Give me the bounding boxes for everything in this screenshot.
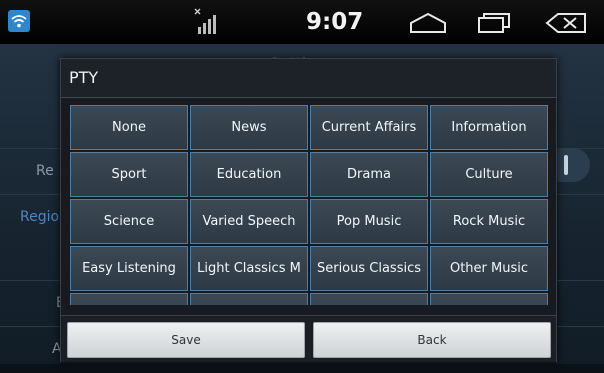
pty-option[interactable]: Science bbox=[70, 199, 188, 244]
dialog-header: PTY bbox=[61, 59, 556, 98]
pty-option[interactable]: News bbox=[190, 105, 308, 150]
pty-dialog: PTY None News Current Affairs Informatio… bbox=[60, 58, 557, 362]
status-time: 9:07 bbox=[306, 9, 364, 35]
pty-option[interactable]: Easy Listening bbox=[70, 246, 188, 291]
pty-option[interactable]: Serious Classics bbox=[310, 246, 428, 291]
pty-option[interactable]: Education bbox=[190, 152, 308, 197]
dialog-button-bar: Save Back bbox=[61, 315, 556, 362]
save-button[interactable]: Save bbox=[67, 322, 305, 358]
settings-row-label: Re bbox=[36, 163, 54, 179]
pty-option[interactable]: Information bbox=[430, 105, 548, 150]
pty-option[interactable]: Light Classics M bbox=[190, 246, 308, 291]
recents-icon[interactable] bbox=[476, 12, 512, 38]
signal-icon bbox=[194, 8, 220, 36]
pty-option-partial[interactable] bbox=[190, 293, 308, 305]
pty-option[interactable]: Sport bbox=[70, 152, 188, 197]
pty-option[interactable]: None bbox=[70, 105, 188, 150]
home-icon[interactable] bbox=[408, 12, 448, 38]
pty-option[interactable]: Culture bbox=[430, 152, 548, 197]
pty-option[interactable]: Other Music bbox=[430, 246, 548, 291]
status-bar: 9:07 bbox=[0, 0, 604, 45]
dialog-title: PTY bbox=[69, 68, 99, 87]
pty-option[interactable]: Pop Music bbox=[310, 199, 428, 244]
settings-row-label: Regio bbox=[20, 209, 60, 225]
pty-option[interactable]: Current Affairs bbox=[310, 105, 428, 150]
back-button[interactable]: Back bbox=[313, 322, 551, 358]
pty-option[interactable]: Drama bbox=[310, 152, 428, 197]
pty-option-partial[interactable] bbox=[430, 293, 548, 305]
pty-option-partial[interactable] bbox=[310, 293, 428, 305]
pty-option-partial[interactable] bbox=[70, 293, 188, 305]
wifi-icon bbox=[8, 10, 30, 32]
back-icon[interactable] bbox=[544, 12, 588, 38]
pty-options-grid: None News Current Affairs Information Sp… bbox=[70, 105, 550, 305]
pty-option[interactable]: Varied Speech bbox=[190, 199, 308, 244]
pty-option[interactable]: Rock Music bbox=[430, 199, 548, 244]
